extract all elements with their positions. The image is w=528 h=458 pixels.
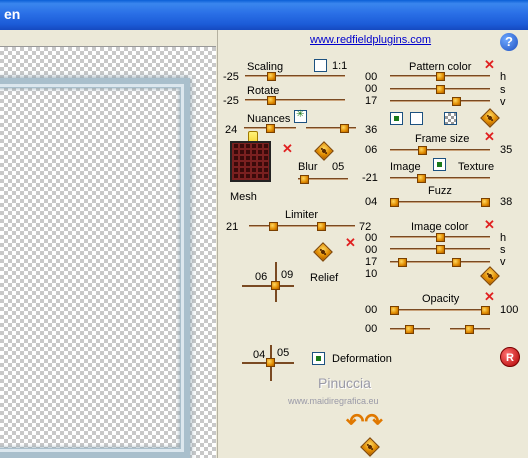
- image-label: Image: [390, 161, 421, 173]
- image-extra-value: 10: [365, 268, 378, 280]
- pattern-s-channel: s: [500, 84, 506, 96]
- blur-value: 05: [332, 161, 345, 173]
- deform-x-value: 04: [253, 349, 266, 361]
- image-h-channel: h: [500, 232, 507, 244]
- mesh-label: Mesh: [230, 191, 257, 203]
- help-icon[interactable]: ?: [500, 33, 518, 51]
- nuances-left-value: 24: [225, 124, 238, 136]
- pattern-mode-3[interactable]: [444, 112, 457, 125]
- pattern-s-slider[interactable]: [390, 85, 490, 94]
- fuzz-left: 04: [365, 196, 378, 208]
- blur-label: Blur: [298, 161, 318, 173]
- scaling-slider[interactable]: [245, 72, 345, 81]
- rotate-min: -25: [223, 95, 239, 107]
- pattern-v-channel: v: [500, 96, 506, 108]
- transparency-canvas: [0, 46, 216, 458]
- frame-highlight: [0, 84, 184, 452]
- nuances-slider-b[interactable]: [306, 124, 356, 133]
- deform-y-value: 05: [277, 347, 290, 359]
- mix-left-value: -21: [362, 172, 378, 184]
- deformation-label: Deformation: [332, 353, 392, 365]
- image-h-value: 00: [365, 232, 378, 244]
- limiter-slider[interactable]: [249, 222, 355, 231]
- pattern-mode-2[interactable]: [410, 112, 423, 125]
- opacity-slider[interactable]: [390, 306, 490, 315]
- rotate-slider[interactable]: [245, 96, 345, 105]
- image-v-channel: v: [500, 256, 506, 268]
- frame-size-left: 06: [365, 144, 378, 156]
- frame-size-close-icon[interactable]: ✕: [484, 130, 495, 143]
- pattern-h-channel: h: [500, 71, 507, 83]
- limiter-label: Limiter: [285, 209, 319, 221]
- pattern-h-value: 00: [365, 71, 378, 83]
- opacity-row2-left: 00: [365, 323, 378, 335]
- image-color-title: Image color: [411, 221, 469, 233]
- mesh-preview[interactable]: [230, 141, 271, 182]
- one-to-one-checkbox[interactable]: [314, 59, 327, 72]
- frame-size-slider[interactable]: [390, 146, 490, 155]
- image-texture-toggle[interactable]: [433, 158, 446, 171]
- limiter-min: 21: [226, 221, 239, 233]
- opacity-slider-c[interactable]: [450, 325, 490, 334]
- opacity-slider-b[interactable]: [390, 325, 430, 334]
- frame-size-right: 35: [500, 144, 513, 156]
- preview-pane: [0, 30, 218, 458]
- image-s-value: 00: [365, 244, 378, 256]
- texture-label: Texture: [458, 161, 495, 173]
- relief-label: Relief: [310, 272, 339, 284]
- redfield-link[interactable]: www.redfieldplugins.com: [310, 34, 431, 46]
- mesh-close-icon[interactable]: ✕: [282, 142, 293, 155]
- relief-pad-knob[interactable]: [271, 281, 280, 290]
- opacity-left: 00: [365, 304, 378, 316]
- undo-redo-arrows-icon[interactable]: ↶↷: [346, 409, 383, 435]
- pattern-color-close-icon[interactable]: ✕: [484, 58, 495, 71]
- image-v-slider[interactable]: [390, 258, 490, 267]
- pattern-mode-1[interactable]: [390, 112, 403, 125]
- fuzz-right: 38: [500, 196, 513, 208]
- title-bar: en: [0, 0, 528, 30]
- reset-button[interactable]: R: [500, 347, 520, 367]
- opacity-close-icon[interactable]: ✕: [484, 290, 495, 303]
- relief-close-icon[interactable]: ✕: [345, 236, 356, 249]
- opacity-title: Opacity: [422, 293, 460, 305]
- deformation-checkbox[interactable]: [312, 352, 325, 365]
- image-v-value: 17: [365, 256, 378, 268]
- image-color-close-icon[interactable]: ✕: [484, 218, 495, 231]
- relief-x-value: 06: [255, 271, 268, 283]
- signature-url: www.maidiregrafica.eu: [288, 396, 379, 406]
- opacity-right: 100: [500, 304, 519, 316]
- pattern-s-value: 00: [365, 83, 378, 95]
- fuzz-slider[interactable]: [390, 198, 490, 207]
- fuzz-title: Fuzz: [428, 185, 452, 197]
- image-h-slider[interactable]: [390, 233, 490, 242]
- nuances-right-value: 36: [365, 124, 378, 136]
- pattern-v-slider[interactable]: [390, 97, 490, 106]
- frame-size-title: Frame size: [415, 133, 470, 145]
- image-s-slider[interactable]: [390, 245, 490, 254]
- pattern-h-slider[interactable]: [390, 72, 490, 81]
- blur-slider[interactable]: [298, 175, 348, 184]
- image-s-channel: s: [500, 244, 506, 256]
- relief-axis-h: [242, 285, 294, 287]
- window-title: en: [4, 6, 21, 22]
- signature-name: Pinuccia: [318, 375, 371, 391]
- scaling-min: -25: [223, 71, 239, 83]
- deform-pad-knob[interactable]: [266, 358, 275, 367]
- pattern-v-value: 17: [365, 95, 378, 107]
- nuances-toggle[interactable]: [294, 109, 307, 123]
- image-texture-slider[interactable]: [390, 174, 490, 183]
- relief-y-value: 09: [281, 269, 294, 281]
- one-to-one-label: 1:1: [332, 60, 348, 72]
